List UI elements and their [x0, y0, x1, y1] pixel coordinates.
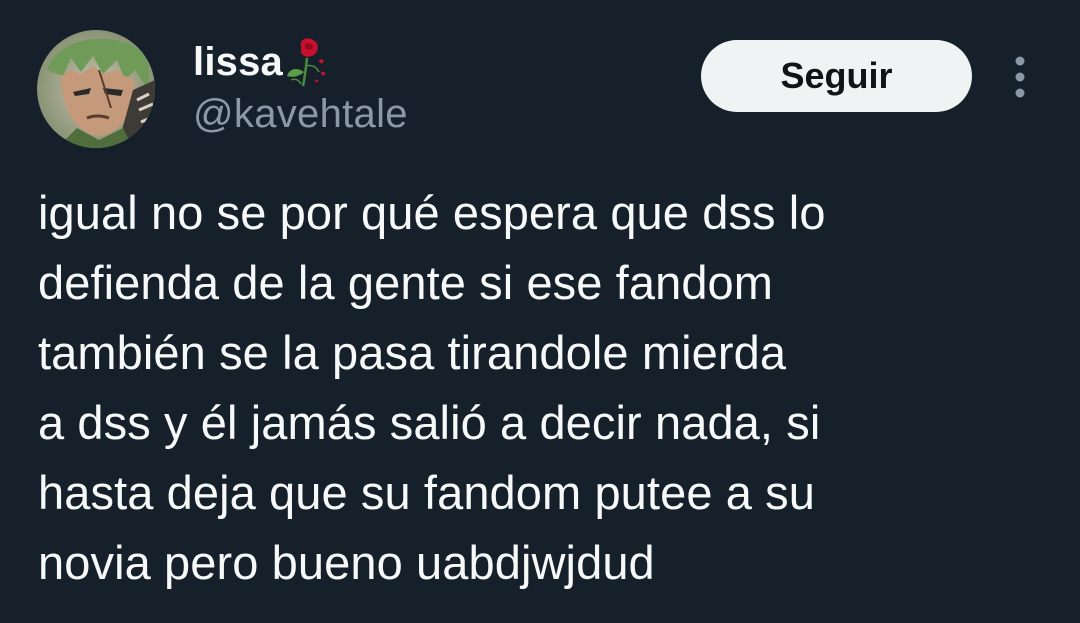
avatar[interactable] — [37, 30, 155, 148]
avatar-image — [37, 30, 155, 148]
rose-icon — [285, 36, 329, 88]
tweet-text-line: novia pero bueno uabdjwjdud — [38, 536, 655, 589]
display-name[interactable]: lissa — [193, 40, 283, 85]
tweet-card: lissa @kavehtale Seguir igual no se por … — [0, 0, 1080, 623]
tweet-text-line: igual no se por qué espera que dss lo — [38, 186, 826, 239]
tweet-text-line: hasta deja que su fandom putee a su — [38, 466, 815, 519]
author-handle[interactable]: @kavehtale — [193, 92, 408, 137]
tweet-text-line: defienda de la gente si ese fandom — [38, 256, 774, 309]
tweet-text: igual no se por qué espera que dss lo de… — [38, 178, 1048, 598]
more-vertical-icon[interactable] — [1006, 55, 1034, 99]
follow-button[interactable]: Seguir — [701, 40, 972, 112]
author-name-row[interactable]: lissa — [193, 34, 329, 90]
tweet-text-line: a dss y él jamás salió a decir nada, si — [38, 396, 821, 449]
tweet-text-line: también se la pasa tirandole mierda — [38, 326, 787, 379]
